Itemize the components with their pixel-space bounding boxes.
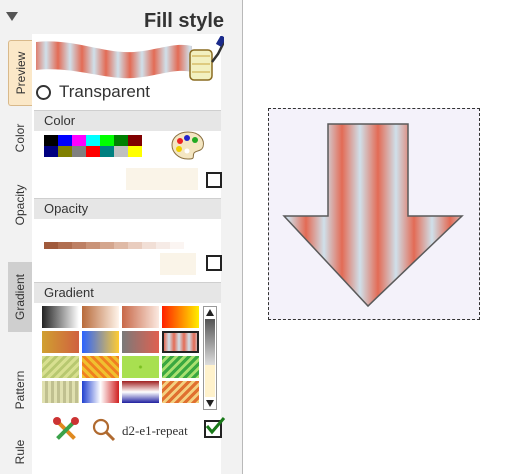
gradient-thumbnail[interactable] xyxy=(122,331,159,353)
gradient-thumbnail-selected[interactable] xyxy=(162,331,199,353)
color-swatch[interactable] xyxy=(72,135,86,146)
opacity-section-label: Opacity xyxy=(44,201,89,216)
tools-icon[interactable] xyxy=(52,416,80,444)
opacity-swatch[interactable] xyxy=(114,242,128,249)
gradient-name: d2-e1-repeat xyxy=(122,423,188,438)
opacity-swatch[interactable] xyxy=(100,242,114,249)
gradient-thumbnail[interactable] xyxy=(42,356,79,378)
gradient-thumbnail[interactable] xyxy=(82,331,119,353)
gradient-thumbnail[interactable] xyxy=(162,356,199,378)
color-swatch[interactable] xyxy=(58,135,72,146)
scroll-track[interactable] xyxy=(205,365,215,397)
color-swatch[interactable] xyxy=(44,146,58,157)
tab-pattern-label: Pattern xyxy=(13,370,27,410)
tab-color[interactable]: Color xyxy=(8,110,32,166)
gradient-section-header[interactable]: Gradient xyxy=(34,282,221,303)
gradient-thumbnail[interactable] xyxy=(82,306,119,328)
tab-rule[interactable]: Rule xyxy=(8,430,32,474)
gradient-grid xyxy=(42,306,200,406)
gradient-section-label: Gradient xyxy=(44,285,94,300)
color-swatch[interactable] xyxy=(44,135,58,146)
current-opacity-box xyxy=(160,253,196,275)
apply-checkbox[interactable] xyxy=(204,417,226,438)
magnifier-icon[interactable] xyxy=(92,418,116,442)
color-checkbox[interactable] xyxy=(206,172,222,188)
color-swatch-grid xyxy=(44,135,160,157)
tab-gradient-label: Gradient xyxy=(13,273,27,321)
opacity-swatch[interactable] xyxy=(86,242,100,249)
color-section-header[interactable]: Color xyxy=(34,110,221,131)
tab-pattern[interactable]: Pattern xyxy=(8,350,32,430)
transparent-option[interactable]: Transparent xyxy=(36,82,150,102)
opacity-swatch[interactable] xyxy=(44,242,58,249)
checkmark-icon xyxy=(205,417,226,435)
opacity-swatch[interactable] xyxy=(170,242,184,249)
color-swatch[interactable] xyxy=(142,135,156,146)
opacity-swatch[interactable] xyxy=(58,242,72,249)
color-swatch[interactable] xyxy=(58,146,72,157)
gradient-thumbnail[interactable] xyxy=(42,331,79,353)
color-swatch[interactable] xyxy=(86,146,100,157)
color-swatch[interactable] xyxy=(72,146,86,157)
transparent-label: Transparent xyxy=(59,82,151,101)
tab-preview-label: Preview xyxy=(13,51,28,95)
gradient-thumbnail[interactable] xyxy=(122,381,159,403)
color-swatch[interactable] xyxy=(114,135,128,146)
palette-icon[interactable] xyxy=(170,130,206,160)
color-swatch[interactable] xyxy=(128,135,142,146)
current-color-box xyxy=(126,168,198,190)
color-swatch[interactable] xyxy=(128,146,142,157)
tab-rule-label: Rule xyxy=(13,439,27,465)
arrow-shape[interactable] xyxy=(270,110,478,318)
opacity-section-header[interactable]: Opacity xyxy=(34,198,221,219)
tab-preview[interactable]: Preview xyxy=(8,40,32,106)
scroll-down-icon[interactable] xyxy=(206,400,214,407)
scroll-up-icon[interactable] xyxy=(206,309,214,316)
fill-style-panel: Fill style Preview Color Opacity Gradien… xyxy=(0,0,243,474)
gradient-thumbnail[interactable] xyxy=(162,306,199,328)
color-swatch[interactable] xyxy=(86,135,100,146)
color-section-label: Color xyxy=(44,113,76,128)
opacity-swatch[interactable] xyxy=(72,242,86,249)
color-swatch[interactable] xyxy=(100,135,114,146)
gradient-thumbnail[interactable] xyxy=(162,381,199,403)
gradient-thumbnail[interactable] xyxy=(122,356,159,378)
gradient-thumbnail[interactable] xyxy=(122,306,159,328)
tab-color-label: Color xyxy=(13,123,27,153)
gradient-thumbnail[interactable] xyxy=(82,356,119,378)
tab-gradient[interactable]: Gradient xyxy=(8,262,32,332)
paint-roller-icon xyxy=(36,36,224,81)
color-swatch[interactable] xyxy=(114,146,128,157)
opacity-swatch[interactable] xyxy=(142,242,156,249)
tab-opacity[interactable]: Opacity xyxy=(8,170,32,240)
panel-title: Fill style xyxy=(143,10,224,32)
opacity-swatch[interactable] xyxy=(156,242,170,249)
gradient-scrollbar[interactable] xyxy=(203,306,217,410)
opacity-swatch-strip xyxy=(44,242,184,249)
color-swatch[interactable] xyxy=(142,146,156,157)
gradient-thumbnail[interactable] xyxy=(42,306,79,328)
gradient-thumbnail[interactable] xyxy=(82,381,119,403)
collapse-triangle-icon[interactable] xyxy=(6,12,18,21)
transparent-radio[interactable] xyxy=(36,84,51,100)
color-swatch[interactable] xyxy=(100,146,114,157)
tab-opacity-label: Opacity xyxy=(13,184,27,226)
opacity-checkbox[interactable] xyxy=(206,255,222,271)
scroll-thumb[interactable] xyxy=(205,319,215,365)
opacity-swatch[interactable] xyxy=(128,242,142,249)
gradient-thumbnail[interactable] xyxy=(42,381,79,403)
